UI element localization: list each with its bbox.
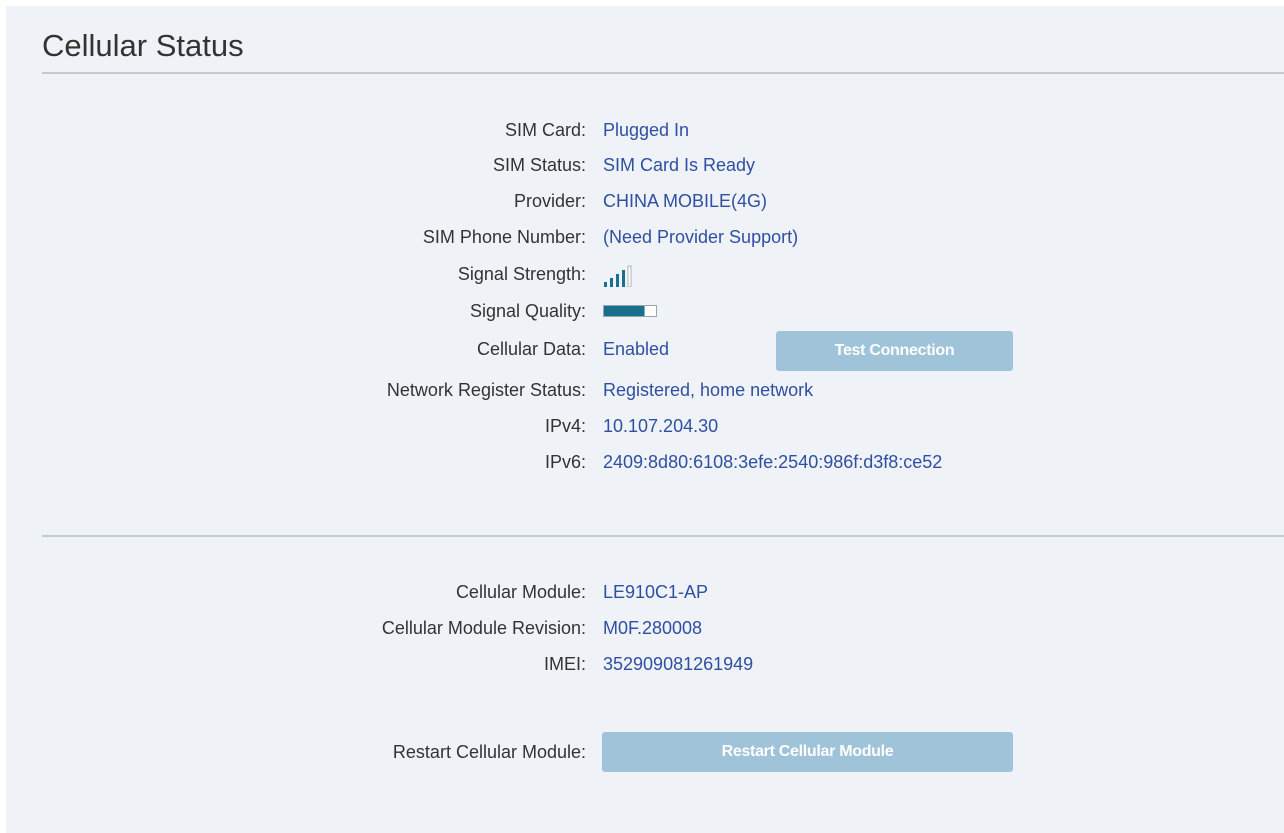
ipv6-value: 2409:8d80:6108:3efe:2540:986f:d3f8:ce52: [603, 452, 943, 472]
network-register-label: Network Register Status:: [386, 380, 586, 400]
sim-phone-value: (Need Provider Support): [603, 227, 799, 247]
sim-card-label: SIM Card:: [504, 120, 586, 140]
signal-quality-fill: [604, 306, 645, 316]
imei-label: IMEI:: [543, 654, 586, 674]
cellular-data-row: Cellular Data: Enabled: [6, 336, 1284, 362]
signal-bars-icon: [604, 265, 632, 287]
page-title: Cellular Status: [42, 28, 244, 63]
sim-card-row: SIM Card: Plugged In: [6, 117, 1284, 143]
imei-row: IMEI: 352909081261949: [6, 651, 1284, 677]
cellular-status-panel: Cellular Status SIM Card: Plugged In SIM…: [6, 6, 1284, 833]
test-connection-button[interactable]: Test Connection: [776, 331, 1013, 371]
signal-bar: [622, 270, 625, 287]
cellular-data-label: Cellular Data:: [476, 339, 586, 359]
signal-bar: [616, 274, 619, 287]
cellular-module-label: Cellular Module:: [455, 582, 586, 602]
sim-status-row: SIM Status: SIM Card Is Ready: [6, 152, 1284, 178]
sim-status-value: SIM Card Is Ready: [603, 155, 756, 175]
ipv4-value: 10.107.204.30: [603, 416, 719, 436]
ipv4-row: IPv4: 10.107.204.30: [6, 413, 1284, 439]
restart-cellular-module-button[interactable]: Restart Cellular Module: [602, 732, 1013, 772]
cellular-data-value: Enabled: [603, 339, 670, 359]
provider-value: CHINA MOBILE(4G): [603, 191, 768, 211]
cellular-module-row: Cellular Module: LE910C1-AP: [6, 579, 1284, 605]
module-revision-row: Cellular Module Revision: M0F.280008: [6, 615, 1284, 641]
restart-module-label: Restart Cellular Module:: [392, 742, 586, 762]
title-divider: [42, 72, 1284, 74]
ipv4-label: IPv4:: [544, 416, 586, 436]
signal-quality-row: Signal Quality:: [6, 298, 1284, 324]
signal-bar: [610, 278, 613, 287]
sim-phone-row: SIM Phone Number: (Need Provider Support…: [6, 224, 1284, 250]
module-revision-label: Cellular Module Revision:: [381, 618, 586, 638]
provider-label: Provider:: [513, 191, 586, 211]
provider-row: Provider: CHINA MOBILE(4G): [6, 188, 1284, 214]
network-register-row: Network Register Status: Registered, hom…: [6, 377, 1284, 403]
signal-strength-label: Signal Strength:: [457, 264, 586, 284]
cellular-module-value: LE910C1-AP: [603, 582, 709, 602]
ipv6-row: IPv6: 2409:8d80:6108:3efe:2540:986f:d3f8…: [6, 449, 1284, 475]
network-register-value: Registered, home network: [603, 380, 814, 400]
signal-strength-row: Signal Strength:: [6, 261, 1284, 287]
sim-phone-label: SIM Phone Number:: [422, 227, 586, 247]
signal-bar: [627, 265, 632, 287]
imei-value: 352909081261949: [603, 654, 754, 674]
sim-status-label: SIM Status:: [492, 155, 586, 175]
ipv6-label: IPv6:: [544, 452, 586, 472]
signal-bar: [604, 282, 607, 287]
signal-quality-bar: [603, 305, 657, 317]
module-revision-value: M0F.280008: [603, 618, 703, 638]
sim-card-value: Plugged In: [603, 120, 690, 140]
section-divider: [42, 535, 1284, 537]
signal-quality-label: Signal Quality:: [469, 301, 586, 321]
